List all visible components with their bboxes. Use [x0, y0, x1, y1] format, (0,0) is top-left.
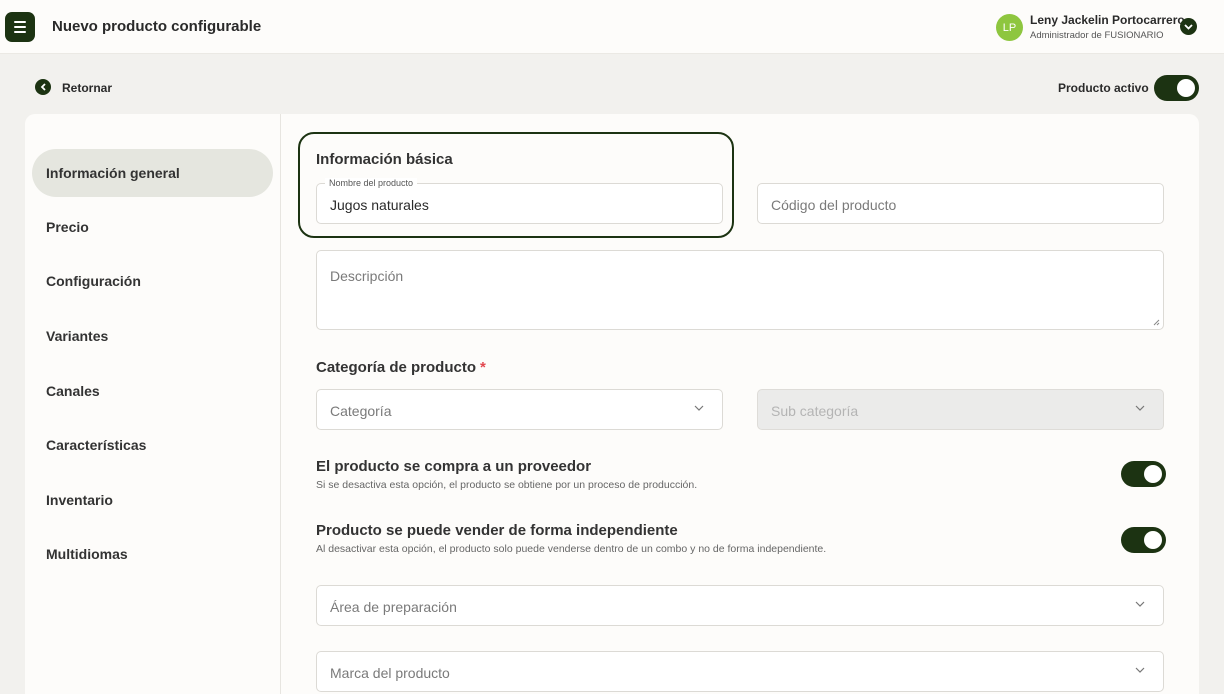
supplier-toggle[interactable] — [1121, 461, 1166, 487]
sidebar-item-variants[interactable]: Variantes — [32, 312, 273, 360]
chevron-down-icon[interactable] — [1180, 18, 1197, 35]
back-button[interactable]: Retornar — [62, 81, 112, 95]
product-active-label: Producto activo — [1058, 81, 1149, 95]
back-arrow-icon[interactable] — [35, 79, 51, 95]
sidebar-item-channels[interactable]: Canales — [32, 367, 273, 415]
resize-grip-icon[interactable] — [1152, 318, 1160, 326]
chevron-down-icon — [1135, 405, 1145, 411]
page-title: Nuevo producto configurable — [52, 18, 262, 35]
independent-toggle[interactable] — [1121, 527, 1166, 553]
user-name: Leny Jackelin Portocarrero — [1030, 13, 1185, 27]
brand-placeholder: Marca del producto — [330, 665, 450, 681]
top-bar: Nuevo producto configurable LP Leny Jack… — [0, 0, 1224, 54]
supplier-description: Si se desactiva esta opción, el producto… — [316, 479, 698, 491]
sidebar-item-price[interactable]: Precio — [32, 203, 273, 251]
category-heading-text: Categoría de producto — [316, 359, 477, 376]
category-placeholder: Categoría — [330, 403, 392, 419]
sidebar-item-features[interactable]: Características — [32, 421, 273, 469]
supplier-title: El producto se compra a un proveedor — [316, 458, 592, 475]
product-name-label: Nombre del producto — [325, 178, 418, 188]
required-mark: * — [480, 359, 486, 376]
prep-area-select[interactable]: Área de preparación — [316, 585, 1164, 626]
independent-description: Al desactivar esta opción, el producto s… — [316, 543, 827, 555]
product-code-placeholder: Código del producto — [771, 197, 897, 213]
avatar: LP — [996, 14, 1023, 41]
prep-area-placeholder: Área de preparación — [330, 599, 457, 615]
subcategory-select: Sub categoría — [757, 389, 1164, 430]
sidebar: Información general Precio Configuración… — [25, 114, 281, 694]
chevron-down-icon — [694, 405, 704, 411]
product-code-field[interactable]: Código del producto — [757, 183, 1164, 224]
subcategory-placeholder: Sub categoría — [771, 403, 859, 419]
category-select[interactable]: Categoría — [316, 389, 723, 430]
description-placeholder: Descripción — [330, 268, 404, 284]
independent-title: Producto se puede vender de forma indepe… — [316, 522, 678, 539]
user-role: Administrador de FUSIONARIO — [1030, 30, 1164, 41]
sidebar-item-general[interactable]: Información general — [32, 149, 273, 197]
menu-icon[interactable] — [5, 12, 35, 42]
chevron-down-icon — [1135, 667, 1145, 673]
sidebar-item-languages[interactable]: Multidiomas — [32, 530, 273, 578]
category-heading: Categoría de producto * — [316, 359, 486, 376]
product-active-toggle[interactable] — [1154, 75, 1199, 101]
chevron-down-icon — [1135, 601, 1145, 607]
sidebar-item-inventory[interactable]: Inventario — [32, 476, 273, 524]
basic-info-title: Información básica — [316, 151, 453, 168]
brand-select[interactable]: Marca del producto — [316, 651, 1164, 692]
sidebar-item-configuration[interactable]: Configuración — [32, 257, 273, 305]
product-name-value: Jugos naturales — [330, 197, 429, 213]
description-field[interactable]: Descripción — [316, 250, 1164, 330]
product-name-field[interactable]: Nombre del producto Jugos naturales — [316, 178, 723, 224]
